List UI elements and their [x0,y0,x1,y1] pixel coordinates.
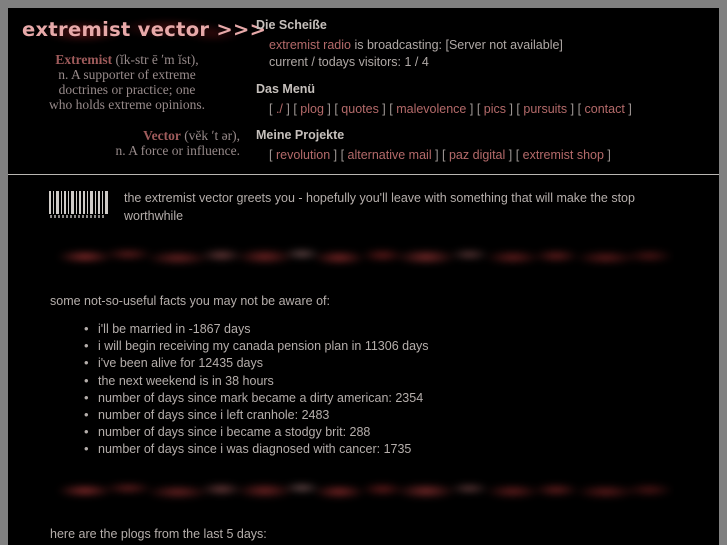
definition-extremist: Extremist (ĭk-str ē ʹm ĭst), n. A suppor… [8,52,248,112]
menu-link-plog[interactable]: plog [300,102,324,116]
fact-item: number of days since i became a stodgy b… [84,423,719,441]
bracket-open: [ [515,148,523,162]
fact-item: i've been alive for 12435 days [84,354,719,372]
menu-link-quotes[interactable]: quotes [341,102,379,116]
divider-band-top [53,239,674,273]
fact-item: i will begin receiving my canada pension… [84,337,719,355]
project-link-paz-digital[interactable]: paz digital [449,148,505,162]
definition-extremist-line1: Extremist (ĭk-str ē ʹm ĭst), [16,52,238,67]
bracket-open: [ [269,102,276,116]
bracket-close: ] [466,102,477,116]
bracket-open: [ [442,148,449,162]
bracket-close: ] [567,102,578,116]
extremist-radio-link[interactable]: extremist radio [269,38,351,52]
fact-item: number of days since mark became a dirty… [84,389,719,407]
bracket-close: ] [323,102,335,116]
projects-heading: Meine Projekte [256,128,345,142]
menu-link-contact[interactable]: contact [585,102,625,116]
site-logo-text: extremist vector >>> [22,18,267,41]
definition-extremist-line2: n. A supporter of extreme [58,67,196,82]
bracket-close: ] [505,148,516,162]
bracket-close: ] [431,148,443,162]
bracket-close: ] [624,102,632,116]
menu-section: Das Menü [ ./ ] [ plog ] [ quotes ] [ ma… [256,81,711,118]
visitor-count-line: current / todays visitors: 1 / 4 [269,55,429,69]
definition-vector-line2: n. A force or influence. [115,143,240,158]
project-link-revolution[interactable]: revolution [276,148,330,162]
definition-extremist-phonetic: (ĭk-str ē ʹm ĭst), [115,52,199,67]
main-content: the extremist vector greets you - hopefu… [8,175,719,543]
divider-band-bottom [53,472,674,507]
facts-intro: some not-so-useful facts you may not be … [50,294,330,308]
menu-link-pursuits[interactable]: pursuits [523,102,567,116]
facts-list: i'll be married in -1867 daysi will begi… [8,320,719,459]
fact-item: number of days since i left cranhole: 24… [84,406,719,424]
menu-link--[interactable]: ./ [276,102,283,116]
bracket-close: ] [378,102,390,116]
definition-vector: Vector (vĕk ʹt ər), n. A force or influe… [8,128,248,158]
bracket-close: ] [603,148,611,162]
fact-item: the next weekend is in 38 hours [84,372,719,390]
radio-status-text: is broadcasting: [Server not available] [350,38,563,52]
projects-menu: [ revolution ] [ alternative mail ] [ pa… [269,147,711,164]
header-right-column: Die Scheiße extremist radio is broadcast… [256,8,711,174]
bracket-close: ] [282,102,294,116]
status-heading: Die Scheiße [256,18,327,32]
definition-vector-line1: Vector (vĕk ʹt ər), [8,128,240,143]
page-viewport: extremist vector >>> Extremist (ĭk-str ē… [8,8,719,545]
definition-vector-word: Vector [143,128,181,143]
projects-section: Meine Projekte [ revolution ] [ alternat… [256,127,711,164]
bracket-close: ] [506,102,517,116]
menu-link-pics[interactable]: pics [484,102,506,116]
fact-item: number of days since i was diagnosed wit… [84,440,719,458]
fact-item: i'll be married in -1867 days [84,320,719,338]
barcode-icon [48,190,110,220]
definition-extremist-line3: doctrines or practice; one [58,82,196,97]
header-left-column: extremist vector >>> Extremist (ĭk-str ē… [8,8,267,174]
bracket-close: ] [330,148,341,162]
definition-extremist-word: Extremist [55,52,113,67]
main-menu: [ ./ ] [ plog ] [ quotes ] [ malevolence… [269,101,711,118]
bracket-open: [ [269,148,276,162]
greeting-text: the extremist vector greets you - hopefu… [124,191,635,223]
definition-extremist-line4: who holds extreme opinions. [49,97,205,112]
divider-haze [53,472,674,507]
divider-haze [53,239,674,273]
plogs-heading: here are the plogs from the last 5 days: [50,526,267,541]
bracket-open: [ [340,148,348,162]
bracket-open: [ [476,102,484,116]
status-section: Die Scheiße extremist radio is broadcast… [256,17,711,71]
project-link-extremist-shop[interactable]: extremist shop [523,148,604,162]
definition-vector-phonetic: (vĕk ʹt ər), [184,128,240,143]
menu-heading: Das Menü [256,82,316,96]
site-logo[interactable]: extremist vector >>> [16,12,267,48]
menu-link-malevolence[interactable]: malevolence [396,102,466,116]
project-link-alternative-mail[interactable]: alternative mail [348,148,432,162]
radio-status-line: extremist radio is broadcasting: [Server… [269,37,711,54]
bracket-open: [ [577,102,585,116]
site-header: extremist vector >>> Extremist (ĭk-str ē… [8,8,719,175]
greeting-row: the extremist vector greets you - hopefu… [8,175,719,225]
